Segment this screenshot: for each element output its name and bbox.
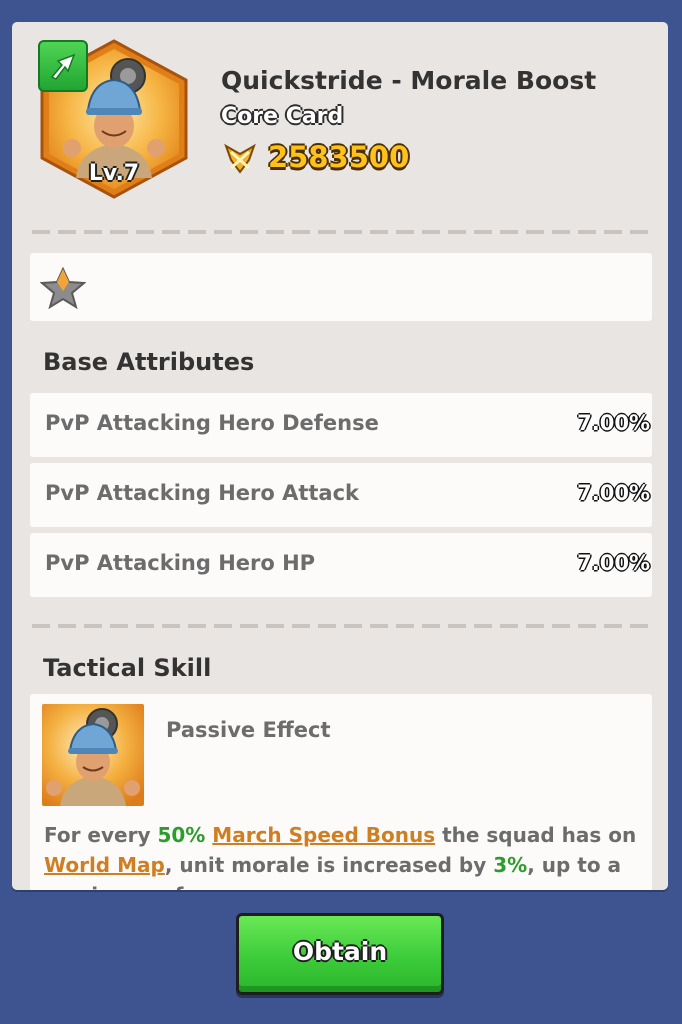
attribute-name: PvP Attacking Hero Defense xyxy=(45,411,379,435)
attribute-value: 7.00% xyxy=(577,481,650,505)
tactical-skill-box: Passive Effect For every 50% March Speed… xyxy=(30,694,652,890)
desc-keyword-link[interactable]: March Speed Bonus xyxy=(212,823,435,847)
skill-description: For every 50% March Speed Bonus the squa… xyxy=(44,820,644,890)
skill-hero-image xyxy=(42,704,144,806)
attribute-row: PvP Attacking Hero HP 7.00% xyxy=(30,533,652,597)
divider xyxy=(32,624,648,628)
attribute-row: PvP Attacking Hero Attack 7.00% xyxy=(30,463,652,527)
level-label: Lv.7 xyxy=(88,161,140,186)
tactical-skill-title: Tactical Skill xyxy=(43,654,212,682)
base-attributes-title: Base Attributes xyxy=(43,348,255,376)
attribute-value: 7.00% xyxy=(577,551,650,575)
divider xyxy=(32,230,648,234)
attribute-name: PvP Attacking Hero Attack xyxy=(45,481,360,505)
card-type: Core Card xyxy=(221,104,344,129)
power-value: 2583500 xyxy=(268,140,410,174)
upgrade-arrow-glyph xyxy=(50,53,76,80)
obtain-button[interactable]: Obtain xyxy=(236,913,444,995)
upgrade-arrow-icon[interactable] xyxy=(38,40,88,92)
attribute-value: 7.00% xyxy=(577,411,650,435)
card-name: Quickstride - Morale Boost xyxy=(221,66,597,95)
obtain-label: Obtain xyxy=(292,936,388,966)
hero-portrait: Lv.7 xyxy=(36,38,192,200)
desc-text: , unit morale is increased by xyxy=(164,853,494,877)
skill-portrait xyxy=(42,704,144,806)
attribute-row: PvP Attacking Hero Defense 7.00% xyxy=(30,393,652,457)
crossed-swords-icon xyxy=(224,143,256,174)
attribute-name: PvP Attacking Hero HP xyxy=(45,551,316,575)
star-rating-box xyxy=(30,253,652,321)
star-icon xyxy=(40,267,86,309)
desc-keyword-link[interactable]: World Map xyxy=(44,853,165,877)
desc-text: For every xyxy=(44,823,158,847)
desc-value: 50% xyxy=(157,823,206,847)
skill-effect-label: Passive Effect xyxy=(166,718,331,742)
card-detail-panel: Lv.7 Quickstride - Morale Boost Core Car… xyxy=(12,22,668,890)
desc-text: the squad has on xyxy=(435,823,637,847)
desc-value: 3% xyxy=(493,853,528,877)
